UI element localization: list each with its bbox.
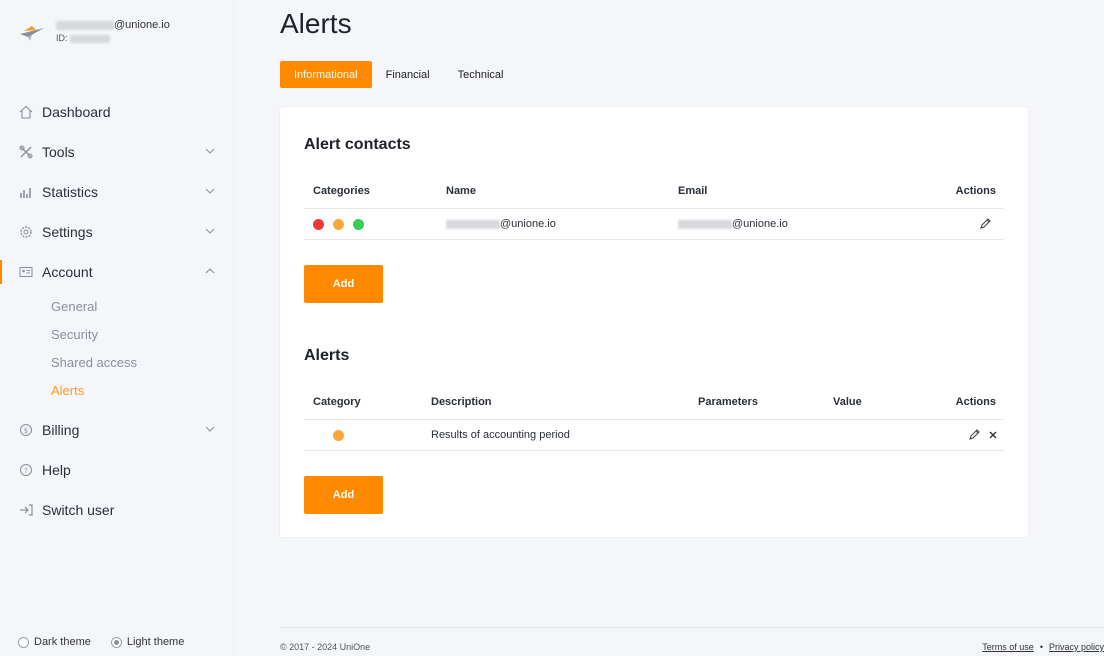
alerts-card: Alert contacts Categories Name Email Act…	[280, 107, 1028, 537]
svg-text:$: $	[24, 427, 28, 435]
sidebar-subitem-security[interactable]: Security	[51, 320, 234, 348]
chevron-up-icon	[205, 268, 215, 274]
light-theme-label: Light theme	[126, 636, 185, 648]
contact-email: @unione.io	[678, 218, 788, 230]
alert-description: Results of accounting period	[431, 429, 570, 441]
col-parameters: Parameters	[698, 396, 758, 408]
col-email: Email	[678, 185, 708, 197]
sidebar-item-label: Tools	[42, 144, 75, 160]
footer: © 2017 - 2024 UniOne Terms of use • Priv…	[280, 627, 1104, 656]
chevron-down-icon	[205, 148, 215, 154]
alert-contacts-title: Alert contacts	[304, 136, 411, 153]
col-actions: Actions	[955, 185, 996, 197]
col-category: Category	[313, 396, 361, 408]
sidebar-item-billing[interactable]: $ Billing	[0, 410, 234, 450]
sidebar-item-dashboard[interactable]: Dashboard	[0, 92, 234, 132]
alerts-section-title: Alerts	[304, 347, 350, 364]
user-info[interactable]: @unione.io ID:	[18, 18, 170, 45]
user-id: ID:	[56, 32, 170, 45]
red-category-dot	[313, 218, 324, 230]
alerts-table: Category Description Parameters Value Ac…	[304, 386, 1004, 451]
tab-financial[interactable]: Financial	[372, 61, 444, 88]
sidebar-item-tools[interactable]: Tools	[0, 132, 234, 172]
light-theme-radio[interactable]	[110, 636, 122, 648]
bar-chart-icon	[18, 184, 34, 200]
dark-theme-radio[interactable]	[18, 636, 29, 648]
col-actions: Actions	[955, 396, 996, 408]
sign-in-icon	[18, 502, 34, 518]
dark-theme-label: Dark theme	[34, 636, 91, 648]
logo-icon	[18, 20, 46, 42]
main-content: Alerts Informational Financial Technical…	[234, 0, 1104, 656]
table-row: @unione.io @unione.io	[304, 209, 1004, 240]
light-theme-option[interactable]: Light theme	[110, 636, 185, 648]
terms-link[interactable]: Terms of use	[982, 642, 1034, 652]
sidebar-item-label: Settings	[42, 224, 93, 240]
table-row: Results of accounting period	[304, 420, 1004, 451]
sidebar: @unione.io ID: Dashboard Tools Statistic	[0, 0, 234, 656]
privacy-link[interactable]: Privacy policy	[1049, 642, 1104, 652]
sidebar-item-label: Dashboard	[42, 104, 111, 120]
green-category-dot	[353, 218, 364, 230]
tab-technical[interactable]: Technical	[444, 61, 518, 88]
alert-contacts-table: Categories Name Email Actions @unione.io…	[304, 175, 1004, 240]
svg-text:?: ?	[24, 467, 28, 475]
sidebar-item-label: Statistics	[42, 184, 99, 200]
id-card-icon	[18, 264, 34, 280]
chevron-down-icon	[205, 188, 215, 194]
category-dots	[313, 218, 373, 230]
account-subnav: General Security Shared access Alerts	[0, 292, 234, 404]
col-value: Value	[833, 396, 862, 408]
sidebar-item-account[interactable]: Account	[0, 252, 234, 292]
sidebar-item-label: Help	[42, 462, 71, 478]
coin-icon: $	[18, 422, 34, 438]
alert-tabs: Informational Financial Technical	[280, 61, 517, 88]
separator-dot: •	[1039, 642, 1043, 652]
add-contact-button[interactable]: Add	[304, 265, 383, 303]
copyright: © 2017 - 2024 UniOne	[280, 642, 371, 652]
sidebar-item-label: Account	[42, 264, 93, 280]
chevron-down-icon	[205, 228, 215, 234]
home-icon	[18, 104, 34, 120]
col-categories: Categories	[313, 185, 370, 197]
sidebar-nav: Dashboard Tools Statistics Settings Acco…	[0, 92, 234, 530]
table-header: Categories Name Email Actions	[304, 175, 1004, 209]
chevron-down-icon	[205, 426, 215, 432]
close-icon[interactable]	[988, 430, 998, 440]
sidebar-item-label: Billing	[42, 422, 80, 438]
help-icon: ?	[18, 462, 34, 478]
sidebar-item-label: Switch user	[42, 502, 115, 518]
edit-pencil-icon[interactable]	[968, 428, 981, 441]
table-header: Category Description Parameters Value Ac…	[304, 386, 1004, 420]
sidebar-subitem-alerts[interactable]: Alerts	[51, 376, 234, 404]
user-email: @unione.io	[56, 18, 170, 32]
contact-name: @unione.io	[446, 218, 556, 230]
sidebar-item-switch-user[interactable]: Switch user	[0, 490, 234, 530]
category-dot-cell	[333, 429, 353, 441]
col-description: Description	[431, 396, 492, 408]
edit-pencil-icon[interactable]	[979, 217, 992, 230]
gear-icon	[18, 224, 34, 240]
add-alert-button[interactable]: Add	[304, 476, 383, 514]
orange-category-dot	[333, 218, 344, 230]
col-name: Name	[446, 185, 476, 197]
sidebar-subitem-shared-access[interactable]: Shared access	[51, 348, 234, 376]
sidebar-item-statistics[interactable]: Statistics	[0, 172, 234, 212]
footer-links: Terms of use • Privacy policy	[982, 642, 1104, 652]
sidebar-item-help[interactable]: ? Help	[0, 450, 234, 490]
dark-theme-option[interactable]: Dark theme	[18, 636, 91, 648]
orange-category-dot	[333, 429, 344, 441]
tab-informational[interactable]: Informational	[280, 61, 372, 88]
sidebar-subitem-general[interactable]: General	[51, 292, 234, 320]
sidebar-item-settings[interactable]: Settings	[0, 212, 234, 252]
page-title: Alerts	[280, 8, 352, 39]
tools-icon	[18, 144, 34, 160]
theme-switch: Dark theme Light theme	[18, 636, 184, 648]
